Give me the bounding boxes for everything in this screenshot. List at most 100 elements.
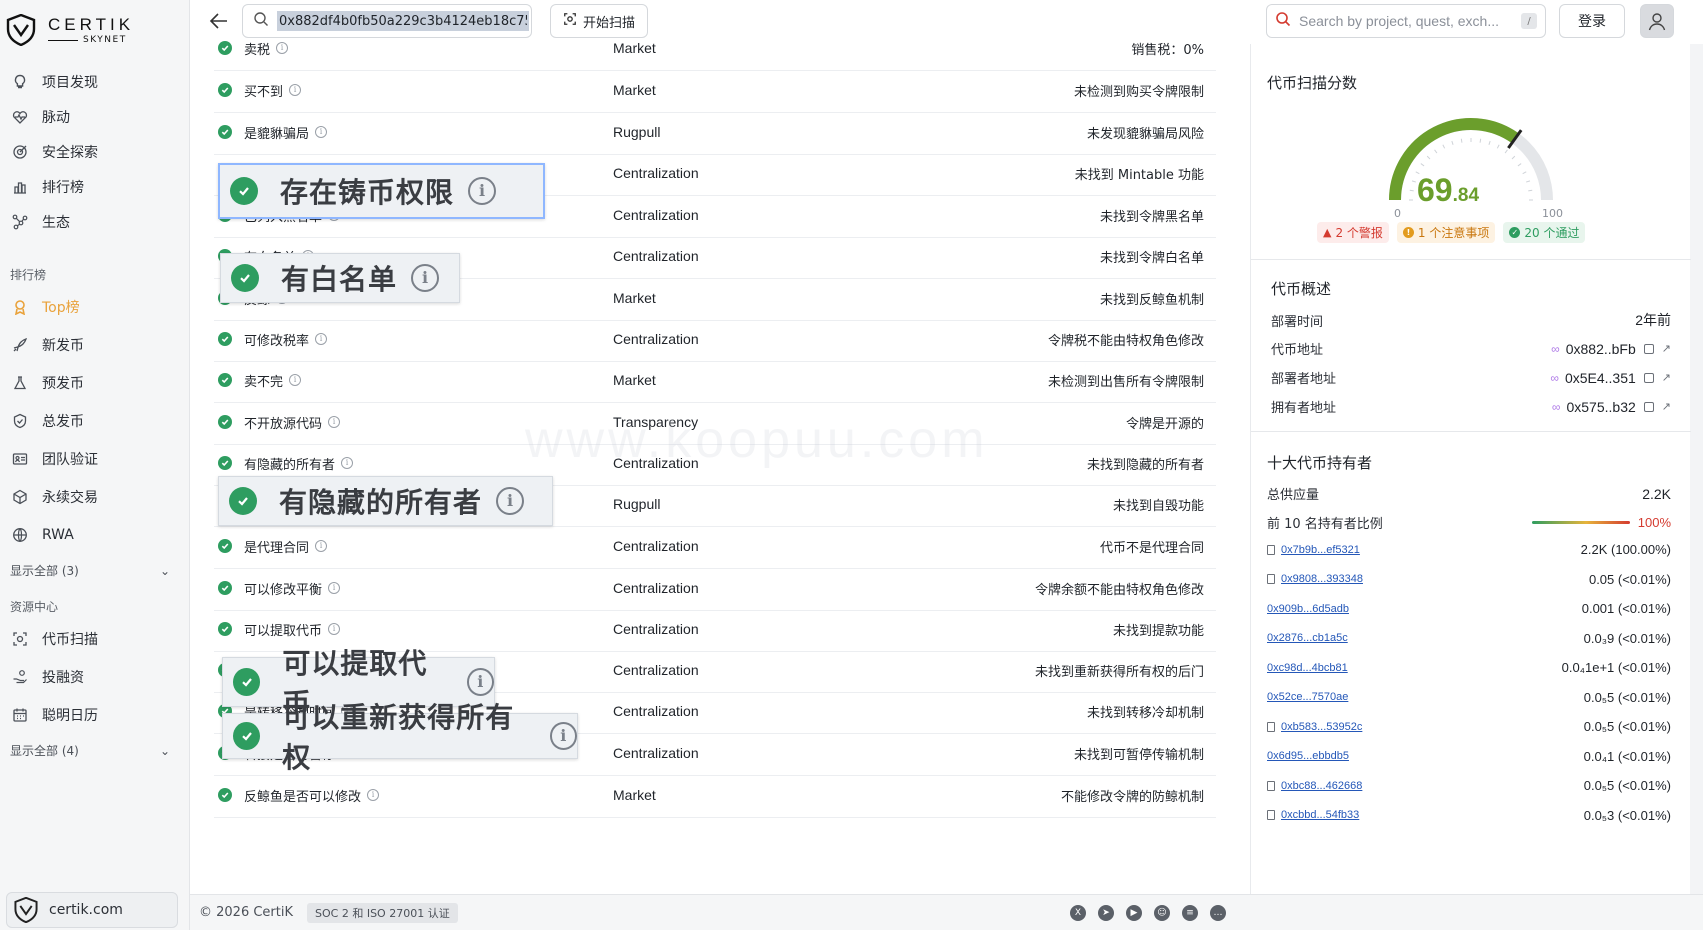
passed-count: 20 个通过 xyxy=(1524,226,1580,240)
check-result: 未找到反鲸鱼机制 xyxy=(1099,292,1204,308)
check-category: Centralization xyxy=(613,580,699,596)
info-icon[interactable]: i xyxy=(328,582,341,594)
info-icon[interactable]: i xyxy=(315,333,328,345)
copy-icon[interactable] xyxy=(1643,372,1654,383)
holder-amount: 0.0₄1e+1 (<0.01%) xyxy=(1561,660,1671,675)
info-icon[interactable]: i xyxy=(328,623,341,635)
bar-chart-icon xyxy=(10,177,30,197)
nav-item-pulse[interactable]: 脉动 xyxy=(10,102,180,132)
user-avatar-icon[interactable] xyxy=(1640,4,1674,38)
nav-item-smart-calendar[interactable]: 聪明日历 xyxy=(10,700,180,730)
global-search-field[interactable]: / xyxy=(1266,4,1546,38)
holder-address-link[interactable]: 0x909b...6d5adb xyxy=(1267,603,1349,615)
holder-address-link[interactable]: 0xb583...53952c xyxy=(1267,721,1362,733)
hand-coin-icon xyxy=(10,667,30,687)
nav-label: 永续交易 xyxy=(42,490,98,506)
certik-site-link[interactable]: certik.com xyxy=(6,892,178,928)
info-icon[interactable]: i xyxy=(367,789,380,801)
nav-item-all-tokens[interactable]: 总发币 xyxy=(10,406,180,436)
holder-address-link[interactable]: 0x9808...393348 xyxy=(1267,573,1363,585)
global-search-input[interactable] xyxy=(1299,13,1521,29)
show-all-resources[interactable]: 显示全部 (4) ⌄ xyxy=(10,742,170,759)
holder-address-link[interactable]: 0x6d95...ebbdb5 xyxy=(1267,750,1349,762)
nav-item-fundraising[interactable]: 投融资 xyxy=(10,662,180,692)
holder-address-link[interactable]: 0x7b9b...ef5321 xyxy=(1267,544,1360,556)
info-icon: i xyxy=(496,487,525,515)
holder-address: 0xbc88...462668 xyxy=(1281,779,1363,792)
passed-badge[interactable]: ✓ 20 个通过 xyxy=(1503,222,1586,243)
blog-icon[interactable]: ≡ xyxy=(1182,905,1198,921)
check-category: Centralization xyxy=(613,331,699,347)
discord-icon[interactable]: ☺ xyxy=(1154,905,1170,921)
info-icon[interactable]: i xyxy=(315,540,328,552)
info-icon[interactable]: i xyxy=(315,126,328,138)
holder-address-link[interactable]: 0x52ce...7570ae xyxy=(1267,691,1348,703)
id-card-icon xyxy=(10,449,30,469)
show-all-leaderboard[interactable]: 显示全部 (3) ⌄ xyxy=(10,562,170,579)
nav-item-rwa[interactable]: RWA xyxy=(10,520,180,550)
deploy-time-label: 部署时间 xyxy=(1271,314,1324,330)
check-name-text: 是貔貅骗局 xyxy=(244,126,310,142)
check-row: 不开放源代码 i Transparency 令牌是开源的 xyxy=(214,400,1216,445)
holder-address: 0x9808...393348 xyxy=(1281,573,1363,585)
check-category: Centralization xyxy=(613,248,699,264)
info-icon[interactable]: i xyxy=(289,374,302,386)
nav-item-project-discovery[interactable]: 项目发现 xyxy=(10,67,180,97)
copy-icon[interactable] xyxy=(1643,401,1654,412)
zoom-callout-hidden-owner: 有隐藏的所有者 i xyxy=(218,476,553,526)
certik-logo[interactable]: CERTIK SKYNET xyxy=(6,12,156,48)
check-circle-icon xyxy=(233,668,261,696)
info-icon[interactable]: i xyxy=(289,84,302,96)
nav-label: 总发币 xyxy=(42,414,84,430)
external-link-icon[interactable]: ↗ xyxy=(1662,342,1671,355)
login-button[interactable]: 登录 xyxy=(1559,4,1625,38)
gauge-tick xyxy=(1420,163,1425,167)
check-name-text: 买不到 xyxy=(244,84,284,100)
top10-ratio-value: 100% xyxy=(1637,515,1671,530)
info-icon[interactable]: i xyxy=(341,457,354,469)
x-icon[interactable]: X xyxy=(1070,905,1086,921)
nav-item-top[interactable]: Top榜 xyxy=(10,292,180,322)
holder-address-link[interactable]: 0xcbbd...54fb33 xyxy=(1267,809,1359,821)
chain-link-icon: ∞ xyxy=(1551,341,1560,356)
nav-item-pre-launch[interactable]: 预发币 xyxy=(10,368,180,398)
telegram-icon[interactable]: ➤ xyxy=(1098,905,1114,921)
show-all-label: 显示全部 (4) xyxy=(10,744,79,758)
check-circle-icon xyxy=(218,41,232,55)
external-link-icon[interactable]: ↗ xyxy=(1662,371,1671,384)
more-icon[interactable]: … xyxy=(1210,905,1226,921)
nav-item-security-explore[interactable]: 安全探索 xyxy=(10,137,180,167)
holder-address-link[interactable]: 0x2876...cb1a5c xyxy=(1267,632,1348,644)
nav-item-team-verification[interactable]: 团队验证 xyxy=(10,444,180,474)
section-label-leaderboard: 排行榜 xyxy=(10,268,47,282)
check-name-text: 可修改税率 xyxy=(244,333,310,349)
contract-doc-icon xyxy=(1267,544,1275,555)
holder-address: 0xc98d...4bcb81 xyxy=(1267,661,1348,674)
gauge-tick xyxy=(1488,140,1491,145)
nav-item-new-tokens[interactable]: 新发币 xyxy=(10,330,180,360)
info-icon[interactable]: i xyxy=(276,42,289,54)
external-link-icon[interactable]: ↗ xyxy=(1662,400,1671,413)
search-icon xyxy=(1275,11,1291,31)
check-result: 未找到自毁功能 xyxy=(1112,498,1204,514)
holder-address-link[interactable]: 0xbc88...462668 xyxy=(1267,780,1362,792)
youtube-icon[interactable]: ▶ xyxy=(1126,905,1142,921)
alerts-badge[interactable]: ▲ 2 个警报 xyxy=(1317,222,1389,243)
check-result: 未发现貔貅骗局风险 xyxy=(1086,126,1204,142)
check-name: 可以提取代币 i xyxy=(244,620,341,639)
nav-label: 团队验证 xyxy=(42,452,98,468)
nav-item-ecosystem[interactable]: 生态 xyxy=(10,207,180,237)
zoom-callout-whitelist: 有白名单 i xyxy=(220,253,460,303)
nav-item-leaderboard[interactable]: 排行榜 xyxy=(10,172,180,202)
gauge-tick xyxy=(1434,149,1438,154)
check-result: 令牌余额不能由特权角色修改 xyxy=(1034,582,1204,598)
holder-address-link[interactable]: 0xc98d...4bcb81 xyxy=(1267,662,1348,674)
info-icon[interactable]: i xyxy=(328,416,341,428)
check-circle-icon xyxy=(230,177,258,205)
nav-item-perpetuals[interactable]: 永续交易 xyxy=(10,482,180,512)
notices-badge[interactable]: ! 1 个注意事项 xyxy=(1396,222,1496,243)
chevron-down-icon: ⌄ xyxy=(159,563,170,578)
copy-icon[interactable] xyxy=(1643,343,1654,354)
check-row: 可修改税率 i Centralization 令牌税不能由特权角色修改 xyxy=(214,317,1216,362)
nav-item-token-scan[interactable]: 代币扫描 xyxy=(10,624,180,654)
